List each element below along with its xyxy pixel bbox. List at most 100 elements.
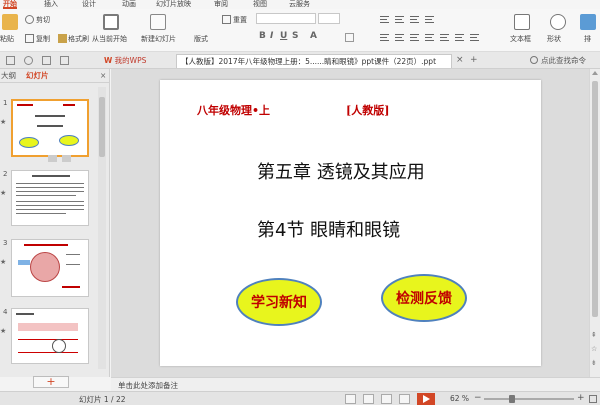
tab-review[interactable]: 审阅 xyxy=(214,0,228,9)
paste-icon[interactable] xyxy=(2,14,18,30)
search-command-input[interactable]: 点此查找命令 xyxy=(541,55,586,66)
zoom-slider-handle[interactable] xyxy=(508,395,515,403)
thumb-number: 4 xyxy=(3,308,8,316)
print-icon[interactable] xyxy=(60,56,69,65)
align-right-icon[interactable] xyxy=(410,34,419,41)
slide-section-title: 第4节 眼睛和眼镜 xyxy=(257,220,401,241)
justify-icon[interactable] xyxy=(425,34,434,41)
tab-outline[interactable]: 大纲 xyxy=(1,69,16,83)
status-bar: 幻灯片 1 / 22 62 % − + xyxy=(0,391,600,405)
slide-thumbnail-4[interactable] xyxy=(11,308,89,364)
file-menu-icon[interactable] xyxy=(6,56,15,65)
textbox-icon[interactable] xyxy=(514,14,530,30)
view-reading-icon[interactable] xyxy=(399,394,410,404)
undo-icon[interactable] xyxy=(24,56,33,65)
notes-placeholder: 单击此处添加备注 xyxy=(118,381,178,390)
font-size-input[interactable] xyxy=(318,13,340,24)
panel-scrollbar-thumb[interactable] xyxy=(99,97,105,157)
slide-thumbnail-3[interactable] xyxy=(11,239,89,297)
shadow-button[interactable]: S xyxy=(292,31,298,41)
tab-active-document[interactable]: 【人教版】2017年八年级物理上册：5......睛和眼镜》ppt课件（22页）… xyxy=(176,54,452,68)
view-notes-icon[interactable] xyxy=(345,394,356,404)
bold-button[interactable]: B xyxy=(259,31,266,41)
shape-icon[interactable] xyxy=(550,14,566,30)
paste-button[interactable]: 粘贴 xyxy=(0,34,14,44)
new-slide-button[interactable]: 新建幻灯片 xyxy=(141,34,176,44)
format-painter-button[interactable]: 格式刷 xyxy=(68,34,89,44)
tab-home[interactable]: 开始 xyxy=(3,0,17,9)
slide-header-right: [人教版] xyxy=(346,104,390,117)
line-spacing-icon[interactable] xyxy=(455,34,464,41)
new-tab-icon[interactable]: + xyxy=(470,55,478,65)
format-painter-icon[interactable] xyxy=(58,34,67,43)
textbox-button[interactable]: 文本框 xyxy=(510,34,531,44)
zoom-in-button[interactable]: + xyxy=(577,393,585,403)
arrange-icon[interactable] xyxy=(580,14,596,30)
next-slide-icon[interactable]: ⇟ xyxy=(591,359,597,367)
copy-icon[interactable] xyxy=(25,34,34,43)
fit-window-icon[interactable] xyxy=(589,395,597,403)
layout-button[interactable]: 版式 xyxy=(194,34,208,44)
notes-pane[interactable]: 单击此处添加备注 xyxy=(111,377,600,391)
copy-button[interactable]: 复制 xyxy=(36,34,50,44)
from-current-button[interactable]: 从当前开始 xyxy=(92,34,127,44)
canvas-scrollbar[interactable]: ⇞ ☆ ⇟ xyxy=(589,69,600,377)
slide-thumbnail-2[interactable] xyxy=(11,170,89,226)
outdent-icon[interactable] xyxy=(425,16,434,23)
underline-button[interactable]: U xyxy=(280,31,287,41)
prev-slide-icon[interactable]: ⇞ xyxy=(591,331,597,339)
thumb-expand-icon[interactable] xyxy=(48,155,57,162)
font-name-input[interactable] xyxy=(256,13,316,24)
indent-icon[interactable] xyxy=(410,16,419,23)
clear-format-icon[interactable] xyxy=(345,33,354,42)
scissors-icon[interactable] xyxy=(25,15,34,24)
panel-close-icon[interactable]: × xyxy=(100,69,106,83)
zoom-out-button[interactable]: − xyxy=(474,393,482,403)
slideshow-play-button[interactable] xyxy=(417,393,435,405)
italic-button[interactable]: I xyxy=(270,31,273,41)
bullet-list-icon[interactable] xyxy=(380,16,389,23)
play-from-current-icon[interactable] xyxy=(103,14,119,30)
zoom-slider[interactable] xyxy=(484,395,574,403)
panel-scrollbar[interactable] xyxy=(98,87,106,369)
tab-my-wps[interactable]: W 我的WPS xyxy=(100,54,172,68)
distribute-icon[interactable] xyxy=(440,34,449,41)
canvas-scrollbar-thumb[interactable] xyxy=(592,81,598,317)
learn-new-button[interactable]: 学习新知 xyxy=(236,278,322,326)
number-list-icon[interactable] xyxy=(395,16,404,23)
tab-view[interactable]: 视图 xyxy=(253,0,267,9)
tab-cloud[interactable]: 云服务 xyxy=(289,0,310,9)
font-color-button[interactable]: A xyxy=(310,31,317,41)
tab-animation[interactable]: 动画 xyxy=(122,0,136,9)
slide-chapter-title: 第五章 透镜及其应用 xyxy=(257,162,425,183)
shape-button[interactable]: 形状 xyxy=(547,34,561,44)
check-feedback-button[interactable]: 检测反馈 xyxy=(381,274,467,322)
align-left-icon[interactable] xyxy=(380,34,389,41)
view-sorter-icon[interactable] xyxy=(381,394,392,404)
thumb-menu-icon[interactable] xyxy=(62,155,71,162)
save-icon[interactable] xyxy=(42,56,51,65)
slide-header-left: 八年级物理•上 xyxy=(197,104,271,117)
view-normal-icon[interactable] xyxy=(363,394,374,404)
tab-slides[interactable]: 幻灯片 xyxy=(26,69,49,83)
ribbon: 粘贴 剪切 复制 格式刷 从当前开始 新建幻灯片 版式 重置 B I U S A… xyxy=(0,9,600,52)
text-direction-icon[interactable] xyxy=(470,34,479,41)
reset-icon[interactable] xyxy=(222,15,231,24)
slide[interactable]: 八年级物理•上 [人教版] 第五章 透镜及其应用 第4节 眼睛和眼镜 学习新知 … xyxy=(160,80,541,366)
thumb-number: 1 xyxy=(3,99,8,107)
slide-panel: 大纲 幻灯片 × 1 ★ 2 ★ 3 ★ 4 ★ + xyxy=(0,69,110,388)
align-center-icon[interactable] xyxy=(395,34,404,41)
tab-design[interactable]: 设计 xyxy=(82,0,96,9)
thumb-number: 3 xyxy=(3,239,8,247)
arrange-button[interactable]: 排 xyxy=(584,34,591,44)
new-slide-icon[interactable] xyxy=(150,14,166,30)
add-slide-button[interactable]: + xyxy=(33,376,69,388)
slide-thumbnail-1[interactable] xyxy=(11,99,89,157)
tab-insert[interactable]: 插入 xyxy=(44,0,58,9)
cut-button[interactable]: 剪切 xyxy=(36,15,50,25)
star-icon[interactable]: ☆ xyxy=(591,345,597,353)
scroll-up-icon[interactable] xyxy=(592,71,598,75)
tab-slideshow[interactable]: 幻灯片放映 xyxy=(156,0,191,9)
tab-close-icon[interactable]: × xyxy=(456,55,464,65)
reset-button[interactable]: 重置 xyxy=(233,15,247,25)
